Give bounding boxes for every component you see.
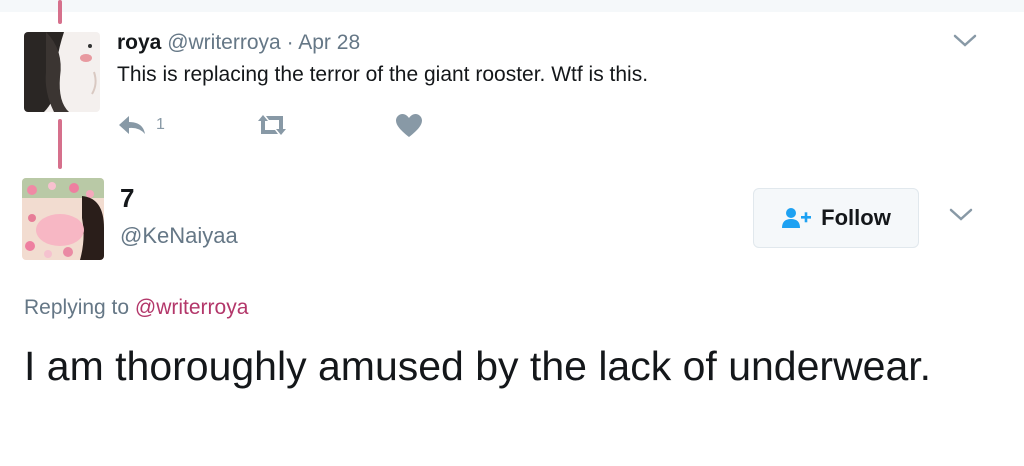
reply-author-name[interactable]: 7 [120,183,134,213]
top-strip [0,0,1024,12]
reply-icon [119,116,145,134]
avatar-roya[interactable] [24,32,100,112]
reply-button[interactable]: 1 [117,113,165,137]
avatar-photo [22,178,104,260]
add-user-icon [782,208,812,228]
like-button[interactable] [395,113,423,139]
thread-line-connector [58,119,62,169]
chevron-down-icon [949,208,973,221]
replying-to: Replying to @writerroya [24,294,248,322]
tweet-date[interactable]: Apr 28 [298,31,360,54]
retweet-icon [258,115,286,135]
author-name[interactable]: roya [117,31,161,54]
chevron-down-icon [953,34,977,47]
reply-count: 1 [156,116,165,133]
heart-icon [396,114,422,137]
replying-mention-link[interactable]: @writerroya [135,296,249,319]
thread-line-top [58,0,62,24]
header-separator: · [286,31,294,54]
replying-prefix: Replying to [24,296,130,319]
avatar-photo [24,32,100,112]
parent-tweet-text: This is replacing the terror of the gian… [117,63,649,86]
reply-tweet-text: I am thoroughly amused by the lack of un… [24,343,932,389]
avatar-kenaiyaa[interactable] [22,178,104,260]
parent-more-menu[interactable] [952,32,978,55]
author-handle[interactable]: @writerroya [167,31,281,54]
reply-author-handle[interactable]: @KeNaiyaa [120,222,238,250]
parent-tweet-header: roya @writerroya · Apr 28 [117,30,360,56]
follow-label: Follow [821,205,891,230]
reply-more-menu[interactable] [948,206,974,229]
follow-button[interactable]: Follow [753,188,919,248]
retweet-button[interactable] [255,113,289,137]
